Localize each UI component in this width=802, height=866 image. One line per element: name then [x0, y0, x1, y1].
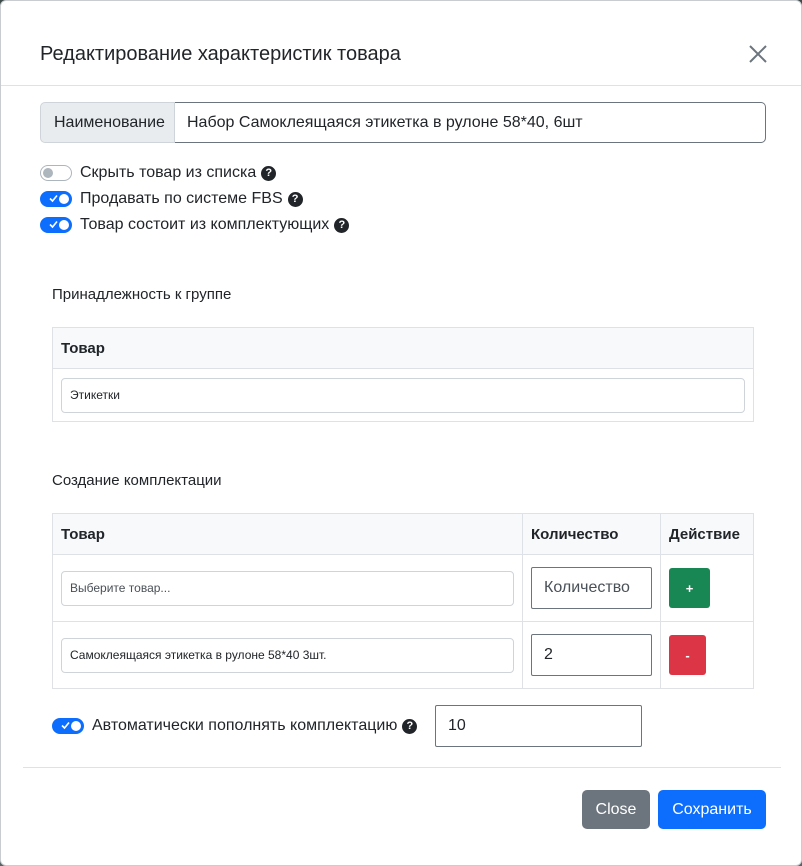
kit-row-product-cell: [52, 621, 523, 689]
kit-row-qty-cell: [522, 621, 661, 689]
close-icon[interactable]: [745, 41, 771, 67]
components-label: Товар состоит из комплектующих: [80, 216, 330, 233]
switch-components: Товар состоит из комплектующих ?: [40, 214, 350, 236]
name-input-group: Наименование: [40, 102, 766, 143]
check-icon: [49, 220, 58, 229]
footer-divider: [23, 767, 781, 768]
close-button[interactable]: Close: [582, 790, 650, 829]
check-icon: [61, 721, 70, 730]
help-icon[interactable]: ?: [402, 718, 418, 734]
help-icon[interactable]: ?: [261, 165, 277, 181]
kit-header-action: Действие: [660, 513, 754, 555]
hide-product-toggle[interactable]: [40, 165, 72, 181]
save-button[interactable]: Сохранить: [658, 790, 766, 829]
kit-section-label: Создание комплектации: [52, 472, 222, 489]
kit-new-action-cell: +: [660, 554, 754, 622]
add-component-button[interactable]: +: [669, 568, 710, 608]
quantity-input[interactable]: [531, 567, 652, 609]
kit-new-qty-cell: [522, 554, 661, 622]
table-row: -: [52, 621, 754, 689]
fbs-toggle[interactable]: [40, 191, 72, 207]
product-select-input[interactable]: [61, 570, 514, 606]
remove-component-button[interactable]: -: [669, 635, 706, 675]
auto-fill-input[interactable]: [435, 705, 642, 747]
kit-row-action-cell: -: [660, 621, 754, 689]
kit-header-qty: Количество: [522, 513, 661, 555]
component-product-input[interactable]: [61, 637, 514, 673]
group-table: Товар: [52, 327, 754, 422]
help-icon[interactable]: ?: [287, 191, 303, 207]
check-icon: [49, 194, 58, 203]
modal-header: Редактирование характеристик товара: [1, 1, 801, 86]
kit-new-product-cell: [52, 554, 523, 622]
auto-fill-label: Автоматически пополнять комплектацию: [92, 717, 398, 734]
group-cell: [52, 368, 754, 422]
auto-fill-toggle[interactable]: [52, 718, 84, 734]
help-icon[interactable]: ?: [334, 217, 350, 233]
component-quantity-input[interactable]: [531, 634, 652, 676]
switch-fbs: Продавать по системе FBS ?: [40, 188, 303, 210]
fbs-label: Продавать по системе FBS: [80, 190, 283, 207]
switch-hide-product: Скрыть товар из списка ?: [40, 162, 277, 184]
name-label: Наименование: [40, 102, 175, 143]
table-row: [52, 368, 754, 422]
components-toggle[interactable]: [40, 217, 72, 233]
group-input[interactable]: [61, 377, 745, 413]
hide-product-label: Скрыть товар из списка: [80, 164, 257, 181]
kit-table: Товар Количество Действие +: [52, 513, 754, 689]
kit-header-product: Товар: [52, 513, 523, 555]
modal-title: Редактирование характеристик товара: [40, 43, 401, 65]
name-input[interactable]: [175, 102, 766, 143]
switch-auto-fill: Автоматически пополнять комплектацию ?: [52, 715, 418, 737]
group-column-header: Товар: [52, 327, 754, 369]
table-row: +: [52, 554, 754, 622]
edit-product-modal: Редактирование характеристик товара Наим…: [0, 0, 802, 866]
group-section-label: Принадлежность к группе: [52, 286, 232, 303]
